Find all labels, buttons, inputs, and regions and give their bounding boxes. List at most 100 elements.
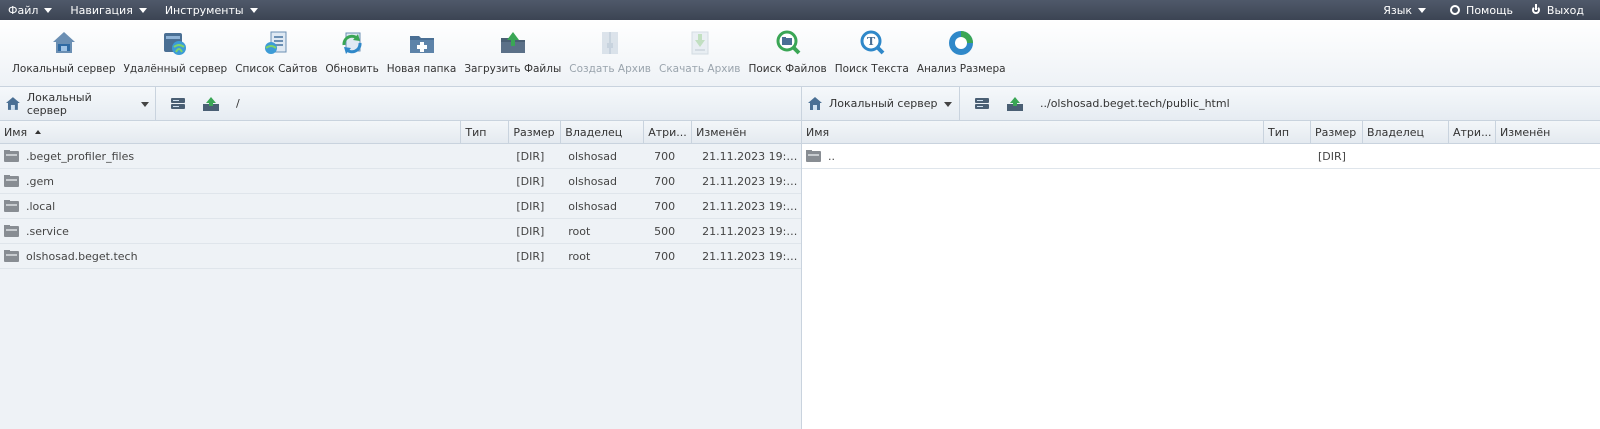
folder-up-icon <box>203 96 219 111</box>
left-server-selector[interactable]: Локальный сервер <box>0 87 156 120</box>
current-path: / <box>236 97 240 110</box>
column-label: Размер <box>1315 125 1357 139</box>
remote-server-icon <box>161 29 189 57</box>
column-name[interactable]: Имя <box>802 121 1264 143</box>
column-modified[interactable]: Изменён <box>1496 121 1600 143</box>
svg-text:T: T <box>867 35 876 48</box>
toolbar-upload-button[interactable]: Загрузить Файлы <box>460 20 565 75</box>
table-row[interactable]: .service [DIR] root 500 21.11.2023 19:58… <box>0 219 801 244</box>
drive-icon <box>975 97 989 109</box>
column-owner[interactable]: Владелец <box>561 121 645 143</box>
toolbar-label: Поиск Текста <box>834 63 909 75</box>
column-size[interactable]: Размер <box>1311 121 1363 143</box>
toolbar-new-folder-button[interactable]: Новая папка <box>383 20 461 75</box>
left-up-folder-button[interactable] <box>202 96 220 111</box>
column-label: Владелец <box>565 125 623 139</box>
table-row[interactable]: .beget_profiler_files [DIR] olshosad 700… <box>0 144 801 169</box>
toolbar-size-analysis-button[interactable]: Анализ Размера <box>913 20 1010 75</box>
menu-language-label: Язык <box>1383 3 1413 17</box>
toolbar-site-list-button[interactable]: Список Сайтов <box>231 20 321 75</box>
column-size[interactable]: Размер <box>509 121 562 143</box>
toolbar-local-server-button[interactable]: Локальный сервер <box>8 20 120 75</box>
owner-cell: root <box>568 249 591 263</box>
help-button[interactable]: Помощь <box>1450 4 1513 17</box>
toolbar-label: Удалённый сервер <box>123 63 228 75</box>
left-drives-button[interactable] <box>170 97 188 111</box>
column-owner[interactable]: Владелец <box>1363 121 1449 143</box>
column-type[interactable]: Тип <box>461 121 510 143</box>
power-icon <box>1531 4 1541 15</box>
table-row[interactable]: olshosad.beget.tech [DIR] root 700 21.11… <box>0 244 801 269</box>
menu-file[interactable]: Файл <box>8 3 53 17</box>
column-label: Тип <box>465 125 487 139</box>
server-label: Локальный сервер <box>26 90 92 117</box>
download-archive-icon <box>686 29 714 57</box>
toolbar-remote-server-button[interactable]: Удалённый сервер <box>120 20 232 75</box>
help-label: Помощь <box>1466 3 1513 17</box>
chevron-down-icon <box>44 8 53 13</box>
owner-cell: olshosad <box>568 149 617 163</box>
right-up-folder-button[interactable] <box>1006 96 1024 111</box>
column-attributes[interactable]: Атри... <box>1449 121 1496 143</box>
size-cell: [DIR] <box>1318 149 1346 163</box>
table-row[interactable]: .local [DIR] olshosad 700 21.11.2023 19:… <box>0 194 801 219</box>
column-label: Размер <box>513 125 555 139</box>
toolbar-create-archive-button[interactable]: Создать Архив <box>565 20 655 75</box>
attr-cell: 700 <box>654 174 676 188</box>
modified-cell: 21.11.2023 19:58... <box>702 199 801 213</box>
toolbar-label: Создать Архив <box>569 63 651 75</box>
attr-cell: 700 <box>654 149 676 163</box>
size-cell: [DIR] <box>516 199 545 213</box>
column-attributes[interactable]: Атри... <box>644 121 693 143</box>
toolbar-refresh-button[interactable]: Обновить <box>321 20 382 75</box>
column-label: Атри... <box>1453 125 1492 139</box>
right-pathbar: Локальный сервер ../olshosad.beget.tech/… <box>802 87 1600 121</box>
file-name: olshosad.beget.tech <box>26 249 138 263</box>
table-row[interactable]: .. [DIR] <box>802 144 1600 169</box>
column-label: Тип <box>1268 125 1290 139</box>
attr-cell: 700 <box>654 249 676 263</box>
sort-ascending-icon <box>35 130 42 134</box>
menu-navigation-label: Навигация <box>70 3 133 17</box>
menu-tools-label: Инструменты <box>164 3 244 17</box>
server-label: Локальный сервер <box>829 97 938 110</box>
column-modified[interactable]: Изменён <box>692 121 801 143</box>
new-folder-icon <box>408 29 436 57</box>
right-drives-button[interactable] <box>974 97 992 111</box>
chevron-down-icon <box>249 8 258 13</box>
column-label: Изменён <box>696 125 747 139</box>
search-files-icon <box>774 29 802 57</box>
file-name: .local <box>26 199 56 213</box>
size-cell: [DIR] <box>516 149 545 163</box>
menu-language[interactable]: Язык <box>1383 3 1427 17</box>
toolbar-search-files-button[interactable]: Поиск Файлов <box>744 20 830 75</box>
menu-file-label: Файл <box>8 3 39 17</box>
top-menubar: Файл Навигация Инструменты Язык Помощь В… <box>0 0 1600 20</box>
toolbar-label: Скачать Архив <box>659 63 741 75</box>
modified-cell: 21.11.2023 19:58... <box>702 149 801 163</box>
menu-tools[interactable]: Инструменты <box>165 4 258 17</box>
name-cell: .beget_profiler_files <box>0 149 461 163</box>
file-name: .service <box>26 224 69 238</box>
table-row[interactable]: .gem [DIR] olshosad 700 21.11.2023 19:58… <box>0 169 801 194</box>
toolbar-download-archive-button[interactable]: Скачать Архив <box>655 20 744 75</box>
folder-icon <box>4 199 19 212</box>
folder-up-icon <box>1007 96 1023 111</box>
column-name[interactable]: Имя <box>0 121 462 143</box>
toolbar-search-text-button[interactable]: T Поиск Текста <box>831 20 913 75</box>
refresh-icon <box>338 29 366 57</box>
modified-cell: 21.11.2023 19:58... <box>702 249 801 263</box>
folder-icon <box>4 249 19 262</box>
exit-button[interactable]: Выход <box>1531 4 1584 17</box>
column-type[interactable]: Тип <box>1264 121 1311 143</box>
chevron-down-icon <box>1418 8 1427 13</box>
file-name: .gem <box>26 174 54 188</box>
name-cell: .. <box>802 149 1264 163</box>
column-label: Изменён <box>1500 125 1551 139</box>
archive-icon <box>596 29 624 57</box>
column-label: Владелец <box>1367 125 1424 139</box>
menu-navigation[interactable]: Навигация <box>70 3 147 17</box>
right-server-selector[interactable]: Локальный сервер <box>802 87 960 120</box>
right-file-panel: Локальный сервер ../olshosad.beget.tech/… <box>802 87 1600 429</box>
drive-icon <box>171 97 185 109</box>
